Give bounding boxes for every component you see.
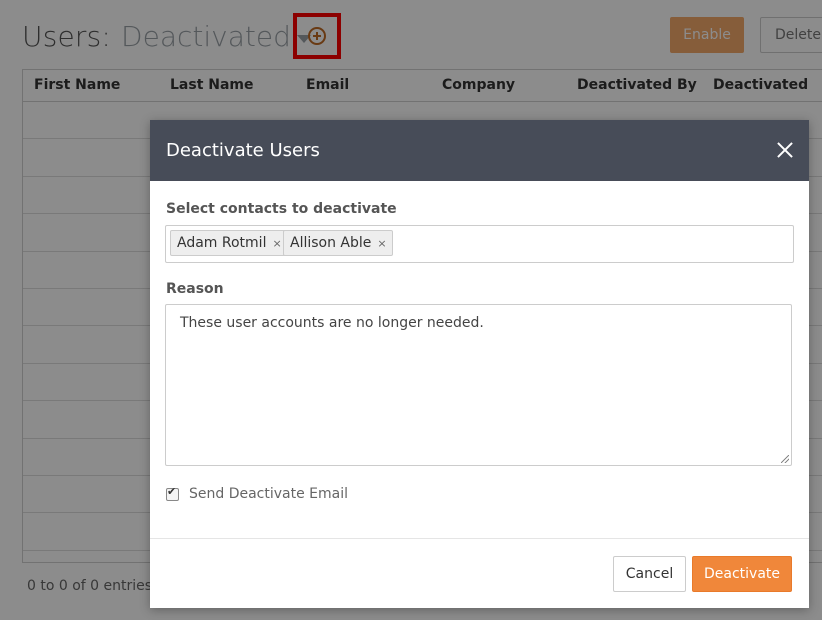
deactivate-button[interactable]: Deactivate — [692, 556, 792, 592]
deactivate-users-dialog: Deactivate Users Select contacts to deac… — [150, 120, 809, 608]
remove-icon[interactable]: × — [272, 237, 281, 250]
dialog-header: Deactivate Users — [150, 120, 809, 181]
send-email-row: Send Deactivate Email — [166, 485, 348, 502]
dialog-title: Deactivate Users — [166, 140, 320, 161]
contact-tag: Allison Able × — [283, 230, 393, 256]
send-email-label[interactable]: Send Deactivate Email — [189, 486, 348, 502]
send-email-checkbox[interactable] — [166, 485, 179, 501]
contact-tag-label: Allison Able — [290, 235, 372, 251]
dialog-divider — [150, 538, 809, 539]
contact-tag-label: Adam Rotmil — [177, 235, 267, 251]
cancel-button[interactable]: Cancel — [613, 556, 686, 592]
close-icon[interactable] — [775, 140, 795, 160]
remove-icon[interactable]: × — [377, 237, 386, 250]
resize-handle-icon[interactable] — [781, 455, 789, 463]
contacts-label: Select contacts to deactivate — [166, 201, 397, 217]
reason-label: Reason — [166, 281, 224, 297]
contacts-select-field[interactable]: Adam Rotmil × Allison Able × — [165, 225, 794, 263]
reason-textarea[interactable]: These user accounts are no longer needed… — [165, 304, 792, 466]
contact-tag: Adam Rotmil × — [170, 230, 288, 256]
